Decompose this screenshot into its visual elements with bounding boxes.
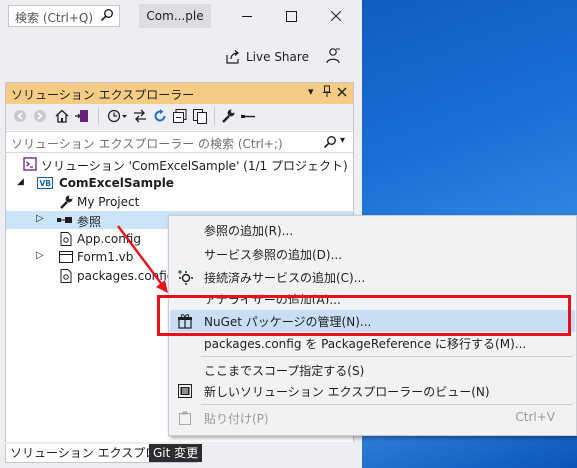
solution-icon [22,156,38,175]
show-all-files-icon[interactable] [192,108,208,127]
pin-icon[interactable] [322,85,332,101]
feedback-person-icon[interactable] [324,47,342,68]
menu-item-label: packages.config を PackageReference に移行する… [204,337,527,351]
menu-separator [201,356,573,357]
title-bar: 検索 (Ctrl+Q) Com...ple [0,0,362,34]
live-share-label: Live Share [246,50,309,64]
menu-item-label: サービス参照の追加(D)... [204,248,343,262]
panel-search-placeholder: ソリューション エクスプローラー の検索 (Ctrl+;) [11,137,283,151]
tree-item-label: ComExcelSample [59,176,174,190]
tree-item-my-project[interactable]: My Project [6,193,353,211]
tree-item-label: App.config [77,232,141,246]
menu-item-label: 参照の追加(R)... [204,224,294,238]
search-placeholder: 検索 (Ctrl+Q) [15,11,94,25]
panel-toolbar [6,104,353,130]
sync-icon[interactable] [132,108,148,127]
menu-separator [201,404,573,405]
toolbar-separator [214,107,215,125]
minimize-button[interactable] [233,4,261,28]
menu-item-shortcut: Ctrl+V [515,410,555,424]
search-options-chevron-icon[interactable]: ▾ [340,135,345,146]
tab-git-changes[interactable]: Git 変更 [149,444,203,462]
dropdown-icon[interactable]: ▾ [308,85,314,98]
home-icon[interactable] [54,108,70,127]
maximize-button[interactable] [277,4,305,28]
expand-arrow-icon[interactable]: ▷ [36,213,44,224]
share-icon [225,49,241,65]
tree-item-label: My Project [77,195,140,209]
search-icon [323,135,337,152]
connected-service-icon [177,269,195,288]
menu-item-add-reference[interactable]: 参照の追加(R)... [170,219,575,241]
live-share-button[interactable]: Live Share [225,46,309,68]
search-icon [100,8,114,25]
forward-icon[interactable] [32,108,48,127]
panel-title: ソリューション エクスプローラー [11,88,195,102]
window-title: Com...ple [139,4,211,28]
paste-icon [177,410,193,429]
menu-item-label: 接続済みサービスの追加(C)... [204,271,366,285]
switch-views-icon[interactable] [74,108,90,127]
close-panel-icon[interactable] [337,85,347,100]
tree-item-label: Form1.vb [77,250,134,264]
bottom-tab-bar: ソリューション エクスプローラー Git 変更 [0,442,362,468]
collapse-all-icon[interactable] [172,108,188,127]
preview-icon[interactable] [240,108,256,127]
tree-item-label: 参照 [77,215,102,229]
config-file-icon [58,268,74,287]
svg-text:VB: VB [40,179,52,188]
menu-item-scope-to-this[interactable]: ここまでスコープ指定する(S) [170,359,575,381]
menu-item-new-solution-explorer-view[interactable]: 新しいソリューション エクスプローラーのビュー(N) [170,380,575,402]
collapse-arrow-icon[interactable]: ◢ [17,177,24,187]
references-icon [56,212,74,231]
toolbar-separator [98,107,99,125]
close-button[interactable] [322,4,350,28]
highlight-annotation-box [157,295,571,336]
pending-changes-icon[interactable] [106,108,128,127]
menu-item-add-connected-service[interactable]: 接続済みサービスの追加(C)... [170,266,575,288]
menu-item-label: 貼り付け(P) [204,412,269,426]
menu-item-label: ここまでスコープ指定する(S) [204,364,365,378]
panel-header: ソリューション エクスプローラー ▾ [6,83,353,104]
back-icon[interactable] [12,108,28,127]
tree-item-label: ソリューション 'ComExcelSample' (1/1 プロジェクト) [41,159,348,173]
menu-item-add-service-reference[interactable]: サービス参照の追加(D)... [170,243,575,265]
properties-wrench-icon[interactable] [220,108,236,127]
new-view-icon [177,383,193,402]
tree-item-label: packages.config [77,269,175,283]
form-icon [58,249,74,268]
search-box[interactable]: 検索 (Ctrl+Q) [8,5,120,27]
menu-item-paste[interactable]: 貼り付け(P) Ctrl+V [170,407,575,429]
panel-search-box[interactable]: ソリューション エクスプローラー の検索 (Ctrl+;) ▾ [6,131,353,153]
menu-item-label: 新しいソリューション エクスプローラーのビュー(N) [204,385,490,399]
vb-project-icon: VB [36,175,54,194]
tree-item-project[interactable]: ◢ VB ComExcelSample [6,174,353,192]
expand-arrow-icon[interactable]: ▷ [36,250,44,261]
refresh-icon[interactable] [152,108,168,127]
tree-item-solution[interactable]: ソリューション 'ComExcelSample' (1/1 プロジェクト) [6,155,353,173]
